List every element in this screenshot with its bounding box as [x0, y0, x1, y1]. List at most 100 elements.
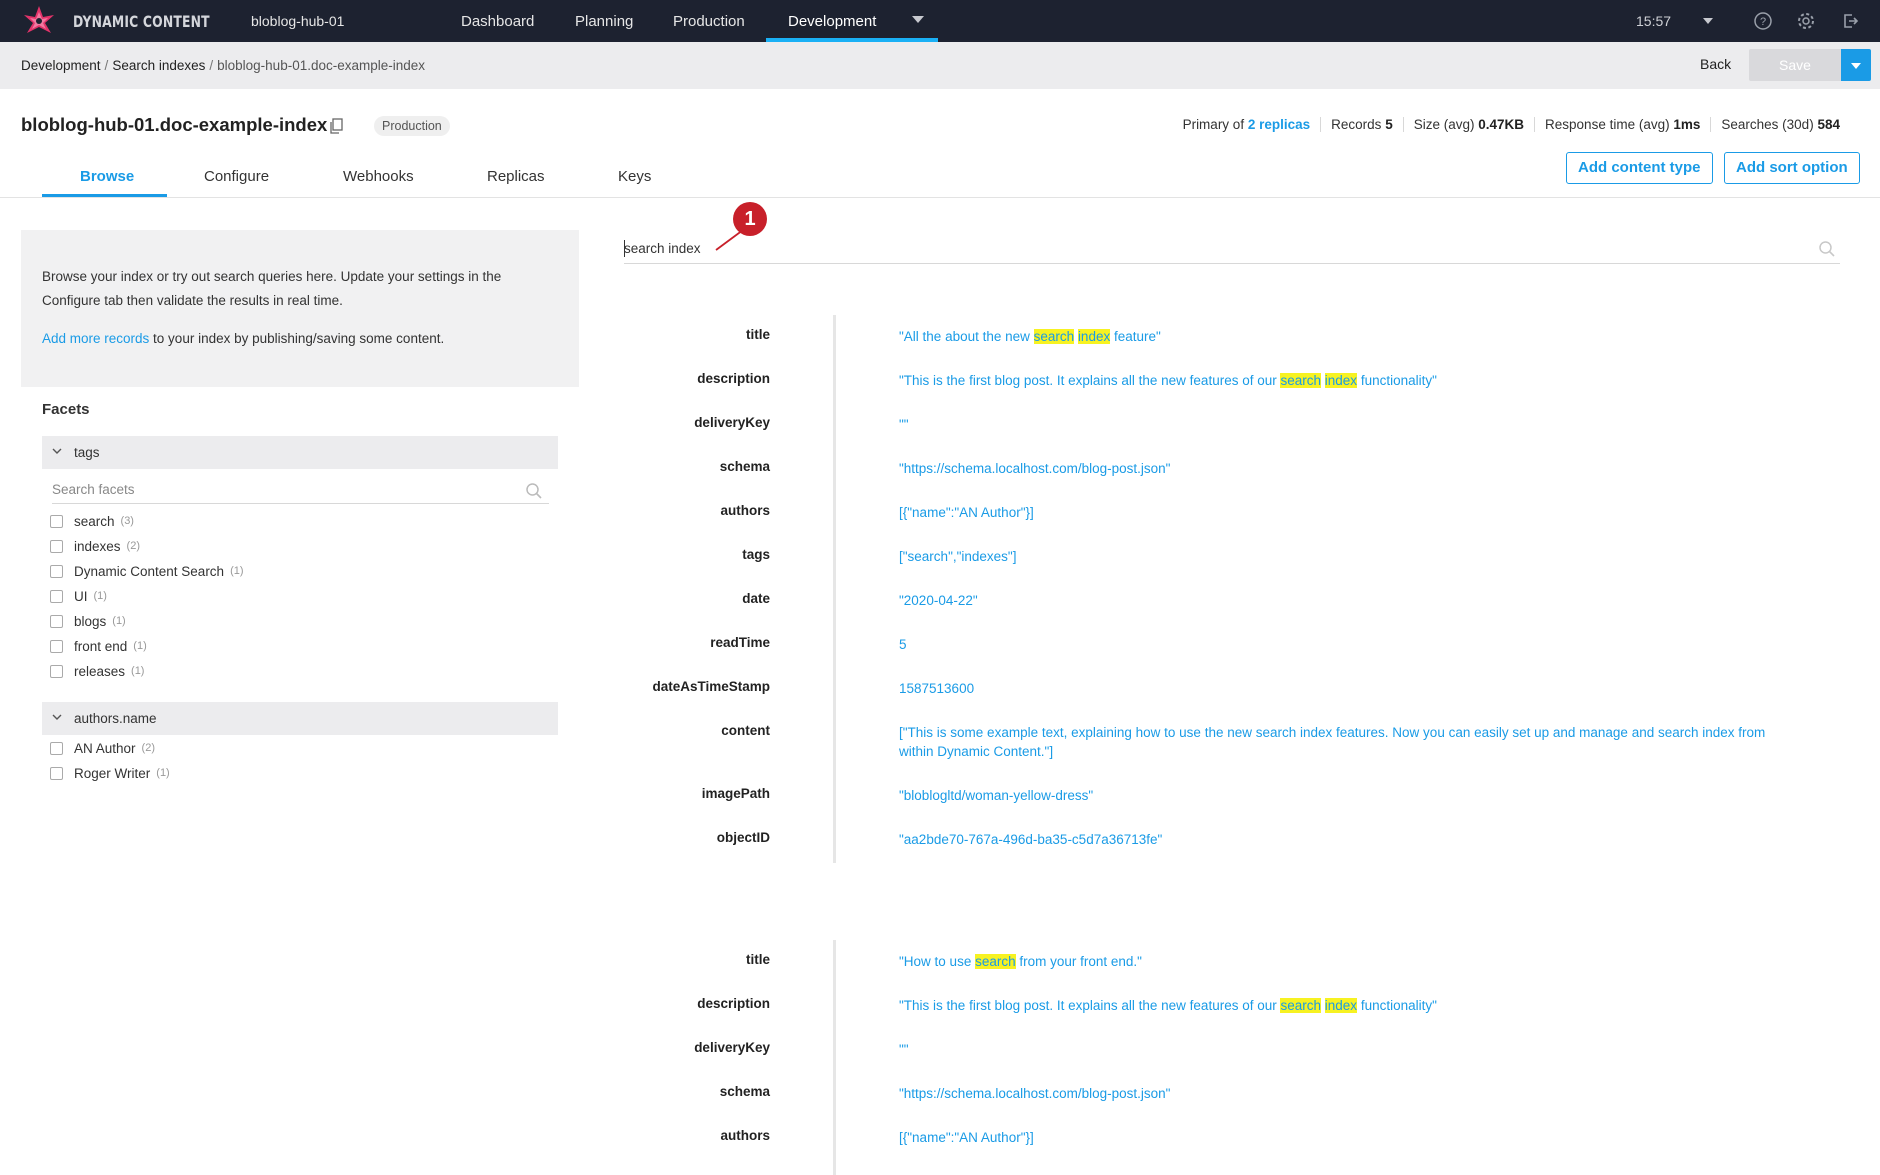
nav-dropdown-chevron-icon[interactable]	[912, 16, 924, 23]
field-value-text: functionality"	[1357, 998, 1437, 1013]
callout-badge: 1	[733, 202, 767, 236]
field-value-text: functionality"	[1357, 373, 1437, 388]
tab-keys[interactable]: Keys	[618, 168, 651, 185]
facet-checkbox[interactable]	[50, 741, 63, 755]
field-value-text: "All the about the new	[899, 329, 1034, 344]
settings-gear-icon[interactable]	[1796, 11, 1816, 31]
field-key: content	[721, 723, 770, 738]
search-highlight: search	[975, 954, 1016, 969]
breadcrumb-search-indexes[interactable]: Search indexes	[112, 58, 205, 73]
field-value-text: from your front end."	[1015, 954, 1142, 969]
search-query-text[interactable]: search index	[624, 241, 701, 256]
clock: 15:57	[1636, 13, 1672, 29]
field-value: [{"name":"AN Author"}]	[899, 1128, 1779, 1147]
tab-webhooks[interactable]: Webhooks	[343, 168, 414, 185]
field-value: ""	[899, 1040, 1779, 1059]
tab-replicas[interactable]: Replicas	[487, 168, 545, 185]
nav-production[interactable]: Production	[673, 13, 745, 30]
facet-item[interactable]: blogs (1)	[50, 611, 126, 631]
field-value: "How to use search from your front end."	[899, 952, 1779, 971]
breadcrumb: Development / Search indexes / bloblog-hub-0…	[21, 58, 426, 73]
field-value-text: [{"name":"AN Author"}]	[899, 505, 1034, 520]
chevron-down-icon	[52, 448, 62, 454]
search-index-input[interactable]: search index	[624, 236, 1840, 264]
facet-item[interactable]: AN Author (2)	[50, 738, 155, 758]
breadcrumb-bar: Development / Search indexes / bloblog-hub-0…	[0, 42, 1880, 89]
stat-searches: Searches (30d) 584	[1710, 117, 1850, 132]
field-value: ""	[899, 415, 1779, 434]
search-icon[interactable]	[1818, 240, 1836, 258]
brand-name: DYNAMIC CONTENT	[73, 12, 210, 31]
field-key: readTime	[710, 635, 770, 650]
field-value-text: "2020-04-22"	[899, 593, 978, 608]
replicas-link[interactable]: 2 replicas	[1248, 117, 1310, 132]
field-value: "This is the first blog post. It explain…	[899, 996, 1779, 1015]
field-value-text: "This is the first blog post. It explain…	[899, 373, 1281, 388]
save-button[interactable]: Save	[1749, 49, 1841, 81]
search-highlight: search	[1280, 373, 1322, 388]
facet-search-input[interactable]	[52, 482, 512, 497]
field-key: date	[742, 591, 770, 606]
search-highlight: index	[1324, 373, 1358, 388]
field-value: "This is the first blog post. It explain…	[899, 371, 1779, 390]
nav-dashboard[interactable]: Dashboard	[461, 13, 534, 30]
index-stats: Primary of 2 replicas Records 5 Size (av…	[1173, 117, 1850, 132]
field-value: "https://schema.localhost.com/blog-post.…	[899, 459, 1779, 478]
stat-replicas: Primary of 2 replicas	[1182, 117, 1311, 132]
save-options-chevron-icon[interactable]	[1841, 49, 1871, 81]
facet-checkbox[interactable]	[50, 614, 63, 628]
stat-response-time: Response time (avg) 1ms	[1534, 117, 1710, 132]
info-text: Browse your index or try out search quer…	[42, 269, 502, 308]
field-key: authors	[720, 503, 770, 518]
field-value-text: 1587513600	[899, 681, 975, 696]
field-value-text: ""	[899, 1042, 909, 1057]
breadcrumb-current: bloblog-hub-01.doc-example-index	[217, 58, 426, 73]
svg-text:?: ?	[1760, 16, 1766, 28]
stat-records: Records 5	[1320, 117, 1403, 132]
tab-browse[interactable]: Browse	[80, 168, 134, 185]
facet-checkbox[interactable]	[50, 766, 63, 780]
field-value: "All the about the new search index feat…	[899, 327, 1779, 346]
field-value-text: ["This is some example text, explaining …	[899, 725, 1766, 759]
field-key: description	[697, 371, 770, 386]
add-content-type-button[interactable]: Add content type	[1566, 152, 1713, 184]
nav-development[interactable]: Development	[788, 13, 876, 30]
field-value-text: [{"name":"AN Author"}]	[899, 1130, 1034, 1145]
clock-chevron-down-icon[interactable]	[1703, 18, 1713, 24]
field-value: "2020-04-22"	[899, 591, 1779, 610]
search-highlight: index	[1324, 998, 1358, 1013]
field-value-text: "How to use	[899, 954, 976, 969]
facet-item[interactable]: releases (1)	[50, 661, 144, 681]
search-highlight: search	[1033, 329, 1075, 344]
field-key: tags	[742, 547, 770, 562]
environment-badge: Production	[374, 116, 450, 136]
text-cursor	[624, 240, 625, 257]
nav-planning[interactable]: Planning	[575, 13, 633, 30]
field-value: "aa2bde70-767a-496d-ba35-c5d7a36713fe"	[899, 830, 1779, 849]
facet-checkbox[interactable]	[50, 664, 63, 678]
facet-item[interactable]: Dynamic Content Search (1)	[50, 561, 244, 581]
help-icon[interactable]: ?	[1753, 11, 1773, 31]
field-value-text: "https://schema.localhost.com/blog-post.…	[899, 461, 1171, 476]
logout-icon[interactable]	[1840, 11, 1860, 31]
field-value-text: ["search","indexes"]	[899, 549, 1017, 564]
field-value-text: feature"	[1110, 329, 1161, 344]
page-title: bloblog-hub-01.doc-example-index	[21, 114, 328, 135]
tab-configure[interactable]: Configure	[204, 168, 269, 185]
field-value-text: 5	[899, 637, 907, 652]
facet-item[interactable]: Roger Writer (1)	[50, 763, 170, 783]
add-sort-option-button[interactable]: Add sort option	[1724, 152, 1860, 184]
field-key: deliveryKey	[694, 415, 770, 430]
field-value-text: "aa2bde70-767a-496d-ba35-c5d7a36713fe"	[899, 832, 1163, 847]
breadcrumb-development[interactable]: Development	[21, 58, 101, 73]
field-key: deliveryKey	[694, 1040, 770, 1055]
top-nav: DYNAMIC CONTENT bloblog-hub-01 Dashboard…	[0, 0, 1880, 42]
field-value: "https://schema.localhost.com/blog-post.…	[899, 1084, 1779, 1103]
copy-icon[interactable]	[329, 118, 343, 134]
hub-selector[interactable]: bloblog-hub-01	[251, 13, 344, 29]
facet-checkbox[interactable]	[50, 564, 63, 578]
field-key: schema	[719, 1084, 770, 1099]
back-button[interactable]: Back	[1700, 56, 1731, 72]
record-divider	[833, 940, 836, 1175]
field-key: authors	[720, 1128, 770, 1143]
